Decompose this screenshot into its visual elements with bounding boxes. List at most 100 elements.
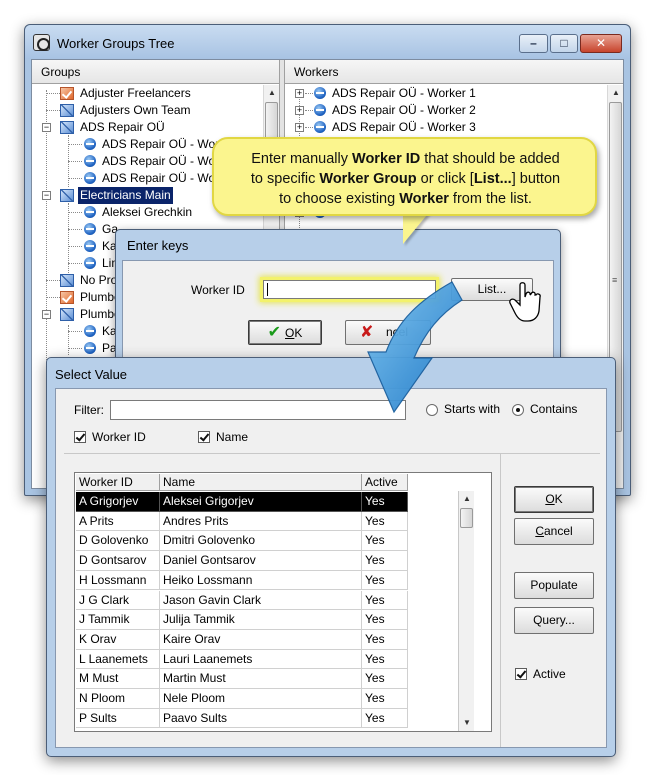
group-icon <box>60 104 74 117</box>
cell-worker-id: H Lossmann <box>76 570 160 591</box>
minimize-button[interactable]: – <box>519 34 548 53</box>
starts-with-label: Starts with <box>444 402 501 416</box>
tree-item-label: No Pro <box>80 273 118 287</box>
worker-icon <box>84 172 96 184</box>
table-row[interactable]: N Ploom Nele Ploom Yes <box>76 689 408 709</box>
table-row[interactable]: H Lossmann Heiko Lossmann Yes <box>76 570 408 591</box>
worker-id-input[interactable] <box>263 280 436 299</box>
column-header-worker-id[interactable]: Worker ID <box>76 474 160 491</box>
collapse-icon[interactable]: − <box>42 310 51 319</box>
table-row[interactable]: A Prits Andres Prits Yes <box>76 511 408 532</box>
active-checkbox[interactable] <box>515 668 527 680</box>
tree-item-label: ADS Repair OÜ - Wor <box>102 137 220 151</box>
worker-icon <box>84 206 96 218</box>
app-icon <box>33 34 50 51</box>
close-button[interactable]: ✕ <box>580 34 622 53</box>
callout-bold-part: Worker <box>399 191 449 207</box>
collapse-icon[interactable]: − <box>42 123 51 132</box>
callout-bold-part: Worker ID <box>352 151 421 167</box>
table-row[interactable]: K Orav Kaire Orav Yes <box>76 629 408 650</box>
tree-line <box>46 110 60 111</box>
cancel-button[interactable]: ✘ ncel <box>345 320 431 345</box>
tree-line <box>68 144 82 145</box>
cell-active: Yes <box>362 531 408 552</box>
tree-item-label: ADS Repair OÜ - Worker 3 <box>332 120 476 134</box>
help-callout: Enter manually Worker ID that should be … <box>212 137 597 216</box>
values-grid[interactable]: Worker ID Name Active A Grigorjev Aleksei… <box>74 472 492 732</box>
table-row[interactable]: D Gontsarov Daniel Gontsarov Yes <box>76 551 408 571</box>
scroll-up-icon[interactable]: ▲ <box>608 85 624 101</box>
callout-bold-part: List... <box>473 171 512 187</box>
scroll-up-icon[interactable]: ▲ <box>264 85 280 101</box>
table-row[interactable]: D Golovenko Dmitri Golovenko Yes <box>76 531 408 552</box>
tree-item-group[interactable]: Adjusters Own Team <box>32 102 263 119</box>
scroll-thumb[interactable] <box>460 508 473 528</box>
table-row[interactable]: A Grigorjev Aleksei Grigorjev Yes <box>76 492 408 512</box>
table-row[interactable]: J G Clark Jason Gavin Clark Yes <box>76 590 408 611</box>
tree-item-label: Electricians Main <box>78 187 173 204</box>
scroll-up-icon[interactable]: ▲ <box>459 491 475 507</box>
column-header-active[interactable]: Active <box>362 474 408 491</box>
name-check-label: Name <box>216 430 249 444</box>
tree-line <box>68 229 82 230</box>
worker-icon <box>84 155 96 167</box>
populate-button[interactable]: Populate <box>514 572 594 599</box>
filter-input[interactable] <box>110 400 406 420</box>
name-checkbox[interactable] <box>198 431 210 443</box>
cell-worker-id: M Must <box>76 669 160 689</box>
query-button[interactable]: Query... <box>514 607 594 634</box>
tree-item-worker[interactable]: + ADS Repair OÜ - Worker 1 <box>285 85 607 102</box>
table-row[interactable]: M Must Martin Must Yes <box>76 669 408 689</box>
tree-line <box>46 280 60 281</box>
text-caret <box>267 283 268 296</box>
cell-worker-id: K Orav <box>76 629 160 650</box>
tree-item-group[interactable]: Adjuster Freelancers <box>32 85 263 102</box>
tree-item-label: Adjuster Freelancers <box>80 86 191 100</box>
group-icon <box>60 121 74 134</box>
table-row[interactable]: J Tammik Julija Tammik Yes <box>76 610 408 630</box>
tree-item-label: Adjusters Own Team <box>80 103 191 117</box>
divider <box>64 453 600 454</box>
cell-worker-id: J Tammik <box>76 610 160 630</box>
maximize-button[interactable]: □ <box>550 34 578 53</box>
ok-button[interactable]: OK <box>514 486 594 513</box>
active-label: Active <box>533 667 566 681</box>
select-value-dialog: Select Value Filter: Starts with Contain… <box>46 357 616 757</box>
window-titlebar[interactable]: Worker Groups Tree – □ ✕ <box>25 25 630 59</box>
scroll-down-icon[interactable]: ▼ <box>459 715 475 731</box>
tree-item-worker[interactable]: + ADS Repair OÜ - Worker 2 <box>285 102 607 119</box>
expand-icon[interactable]: + <box>295 106 304 115</box>
list-button[interactable]: List... <box>451 278 533 301</box>
ok-button[interactable]: ✔ OK <box>248 320 322 345</box>
tree-item-group[interactable]: − ADS Repair OÜ <box>32 119 263 136</box>
cell-active: Yes <box>362 629 408 650</box>
worker-icon <box>314 87 326 99</box>
column-header-name[interactable]: Name <box>160 474 362 491</box>
worker-id-checkbox[interactable] <box>74 431 86 443</box>
checkmark-icon: ✔ <box>267 324 282 341</box>
cell-worker-id: A Grigorjev <box>76 492 160 512</box>
tree-line <box>46 93 60 94</box>
grid-scrollbar[interactable]: ▲ ▼ <box>458 491 474 731</box>
contains-radio[interactable] <box>512 404 524 416</box>
cell-name: Kaire Orav <box>160 629 362 650</box>
tree-line <box>305 110 313 111</box>
starts-with-radio[interactable] <box>426 404 438 416</box>
expand-icon[interactable]: + <box>295 123 304 132</box>
cell-active: Yes <box>362 610 408 630</box>
table-row[interactable]: L Laanemets Lauri Laanemets Yes <box>76 649 408 670</box>
tree-line <box>305 93 313 94</box>
cancel-button[interactable]: Cancel <box>514 518 594 545</box>
expand-icon[interactable]: + <box>295 89 304 98</box>
workers-header: Workers <box>285 60 623 84</box>
window-title: Worker Groups Tree <box>57 36 175 51</box>
grip-icon: ≡ <box>612 275 618 285</box>
divider <box>500 453 501 747</box>
tree-item-worker[interactable]: + ADS Repair OÜ - Worker 3 <box>285 119 607 136</box>
collapse-icon[interactable]: − <box>42 191 51 200</box>
cell-active: Yes <box>362 649 408 670</box>
cancel-mnemonic: C <box>535 524 544 538</box>
table-row[interactable]: P Sults Paavo Sults Yes <box>76 708 408 729</box>
worker-icon <box>84 240 96 252</box>
cell-name: Paavo Sults <box>160 708 362 729</box>
